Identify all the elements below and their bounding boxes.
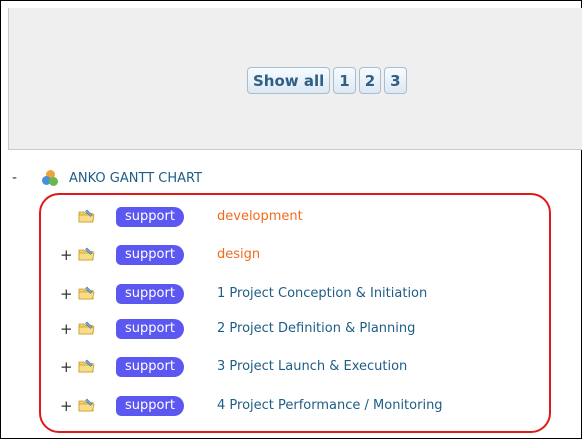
show-all-button[interactable]: Show all: [247, 67, 331, 94]
header-band: Show all 1 2 3: [8, 8, 582, 150]
pager: Show all 1 2 3: [247, 66, 407, 95]
page-3-button[interactable]: 3: [384, 67, 407, 94]
page-1-button[interactable]: 1: [333, 67, 356, 94]
collapse-toggle[interactable]: -: [12, 170, 22, 186]
page-2-button[interactable]: 2: [358, 67, 382, 94]
tree-root[interactable]: - ANKO GANTT CHART: [0, 168, 202, 188]
highlight-box: [39, 193, 551, 433]
tree-root-label[interactable]: ANKO GANTT CHART: [69, 171, 202, 186]
project-cluster-icon: [42, 170, 58, 186]
